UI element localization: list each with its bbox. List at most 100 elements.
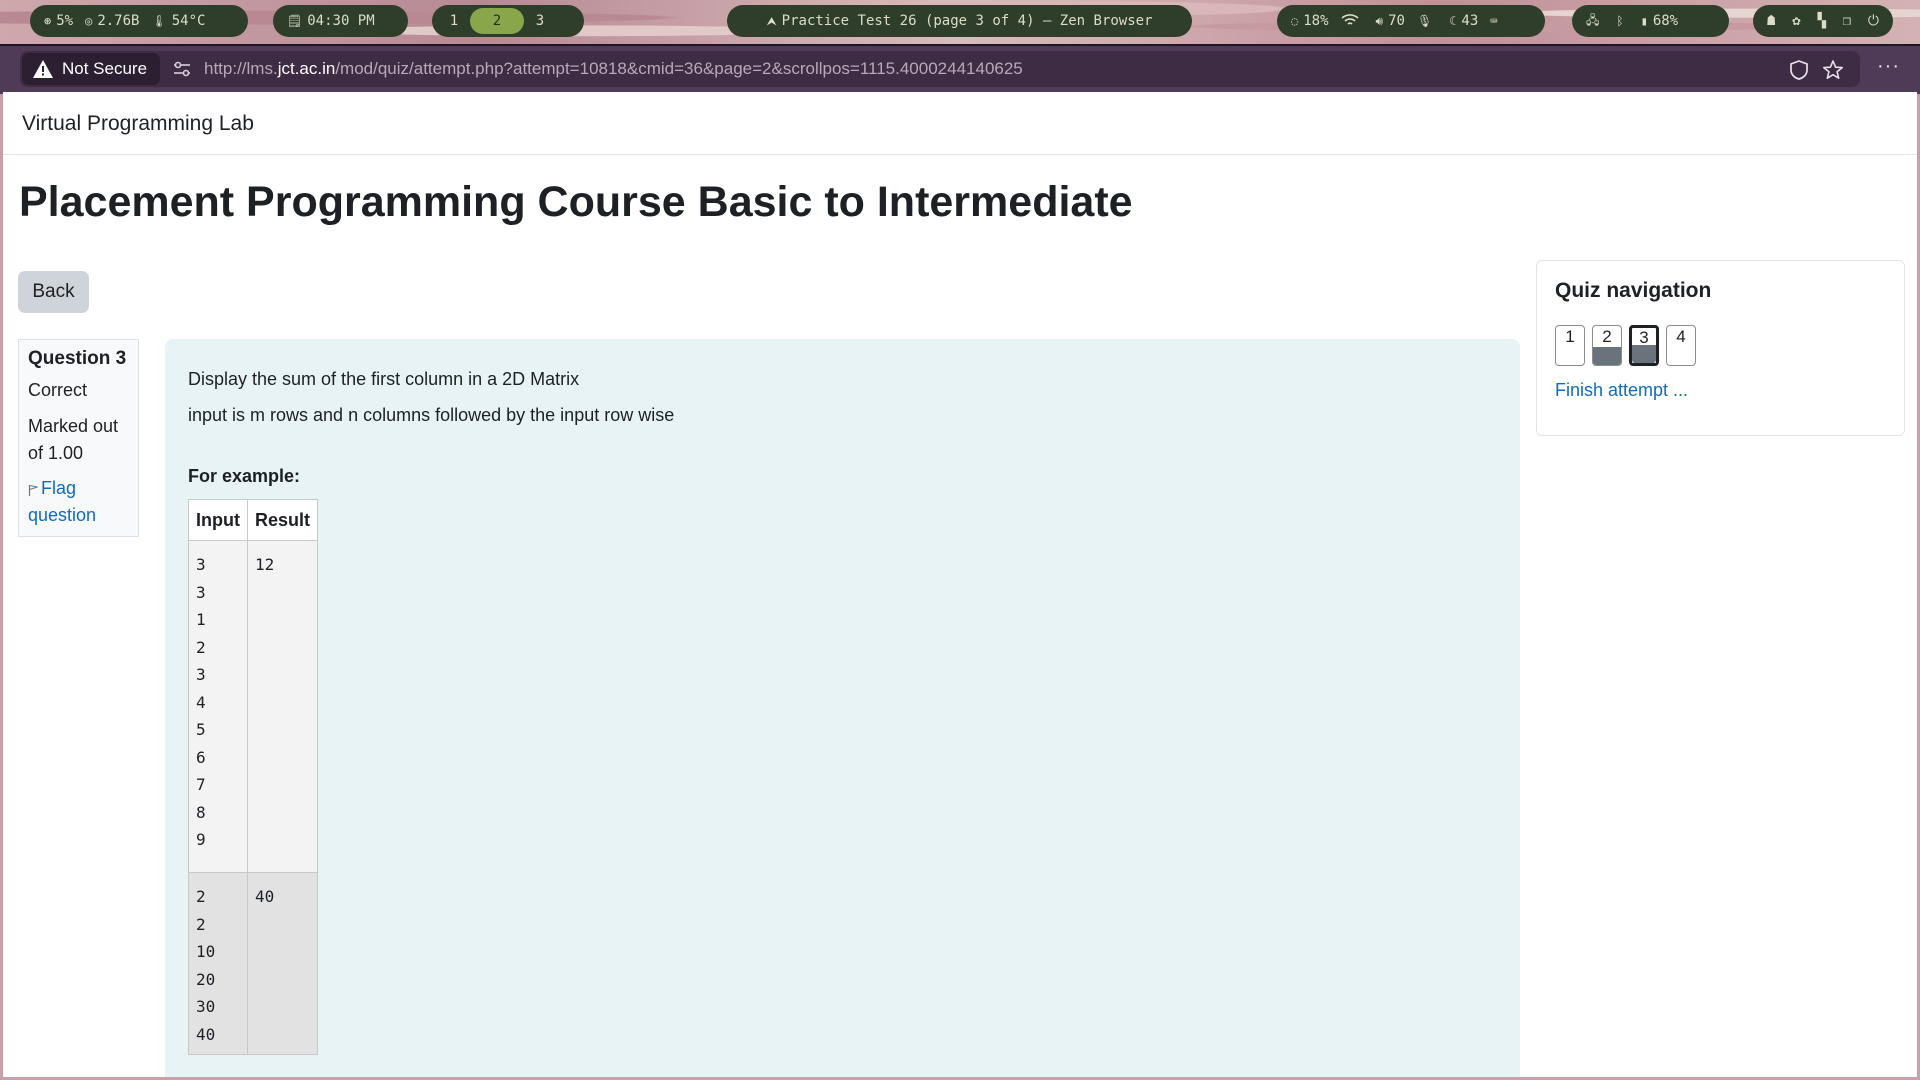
input-line: 9 [196, 830, 206, 849]
quiz-nav-button-1[interactable]: 1 [1555, 325, 1585, 366]
bookmark-star-icon[interactable] [1822, 59, 1844, 81]
tray-widget[interactable]: 🖧 ᛒ ▮ 68% [1572, 5, 1729, 37]
clipboard-icon[interactable]: ❐ [1843, 13, 1851, 29]
power-icon[interactable]: ⏻ [1868, 13, 1879, 29]
screenshot-icon[interactable]: ▚ [1817, 13, 1825, 29]
flag-label-line-1: Flag [41, 478, 77, 498]
input-line: 10 [196, 942, 216, 961]
quiz-nav-button-label: 1 [1565, 327, 1575, 346]
workspace-1[interactable]: 1 [438, 8, 470, 34]
example-result-cell: 12 [246, 540, 319, 873]
night-light-icon: ☾ [1449, 14, 1457, 28]
brightness-icon: ◌ [1291, 14, 1299, 28]
url-path: /mod/quiz/attempt.php?attempt=10818&cmid… [335, 59, 1023, 78]
quiz-nav-button-3[interactable]: 3 [1629, 325, 1659, 366]
url-domain: jct.ac.in [277, 59, 336, 78]
site-permissions-icon[interactable] [172, 60, 192, 78]
back-button[interactable]: Back [18, 271, 89, 313]
question-content: Display the sum of the first column in a… [165, 339, 1520, 1077]
window-title-widget: ⮝ Practice Test 26 (page 3 of 4) — Zen Br… [727, 5, 1192, 37]
question-state: Correct [28, 380, 88, 400]
clock-widget[interactable]: 🗒 04:30 PM [273, 5, 408, 37]
example-table: Input Result 3 3 1 2 3 4 5 6 7 8 9 12 2 … [188, 499, 319, 1055]
microphone-icon: 🎙︎ [1416, 14, 1433, 28]
input-line: 30 [196, 997, 216, 1016]
input-line: 6 [196, 747, 206, 767]
result-line: 12 [254, 555, 275, 574]
system-stats-widget[interactable]: ⊛ 5% ◎ 2.76B 🌡 54°C [30, 5, 248, 37]
input-column-header: Input [188, 499, 248, 541]
battery-value: 68% [1652, 13, 1679, 29]
for-example-heading: For example: [188, 466, 301, 486]
input-line: 2 [196, 887, 206, 906]
site-security-button[interactable]: Not Secure [22, 53, 160, 85]
flag-icon [28, 484, 38, 496]
workspace-2[interactable]: 2 [470, 8, 524, 34]
site-name-link[interactable]: Virtual Programming Lab [22, 112, 254, 136]
url-text[interactable]: http://lms.jct.ac.in/mod/quiz/attempt.ph… [204, 59, 1023, 79]
zen-browser-icon: ⮝ [766, 13, 777, 28]
question-grade: Marked out of 1.00 [28, 413, 129, 467]
memory-usage: 2.76B [97, 13, 140, 29]
flag-question-link[interactable]: Flag question [28, 475, 129, 529]
input-line: 8 [196, 802, 206, 822]
input-line: 5 [196, 720, 206, 739]
browser-toolbar: Not Secure http://lms.jct.ac.in/mod/quiz… [0, 44, 1920, 94]
course-title: Placement Programming Course Basic to In… [19, 178, 1133, 226]
menu-button[interactable]: ··· [1877, 56, 1900, 76]
example-input-cell: 3 3 1 2 3 4 5 6 7 8 9 [188, 540, 248, 873]
cpu-usage: 5% [56, 13, 74, 29]
cpu-temperature: 54°C [171, 13, 206, 29]
example-input-cell: 2 2 10 20 30 40 [188, 872, 248, 1055]
clock-time: 04:30 PM [307, 13, 375, 29]
input-line: 3 [196, 582, 206, 602]
finish-attempt-link[interactable]: Finish attempt ... [1555, 380, 1688, 401]
input-line: 20 [196, 969, 216, 989]
table-row: 3 3 1 2 3 4 5 6 7 8 9 12 [188, 540, 319, 873]
flag-label-line-2: question [28, 505, 97, 525]
volume-icon: 🔊︎ [1375, 13, 1384, 28]
quiz-navigation-block: Quiz navigation 1 2 3 4 Finish attempt .… [1536, 260, 1905, 436]
brightness-value: 18% [1303, 13, 1329, 29]
battery-icon: ▮ [1640, 14, 1648, 28]
table-header-row: Input Result [188, 499, 319, 541]
input-line: 1 [196, 610, 206, 629]
keyboard-icon: ⌨ [1490, 14, 1498, 28]
input-line: 2 [196, 914, 206, 934]
memory-icon: ◎ [85, 14, 93, 28]
session-widget: ☗ ✿ ▚ ❐ ⏻ [1753, 5, 1893, 37]
grade-line-1: Marked out [28, 416, 119, 436]
answered-indicator [1593, 347, 1621, 365]
table-row: 2 2 10 20 30 40 40 [188, 872, 319, 1055]
window-title: Practice Test 26 (page 3 of 4) — Zen Bro… [781, 13, 1153, 29]
palette-icon[interactable]: ✿ [1792, 13, 1800, 29]
warning-icon [33, 60, 53, 78]
input-line: 3 [196, 555, 206, 574]
answered-indicator [1632, 345, 1656, 363]
web-page: Virtual Programming Lab Placement Progra… [3, 92, 1917, 1077]
question-line-1: Display the sum of the first column in a… [188, 369, 580, 389]
clock-icon: 🗒 [287, 14, 303, 28]
tracking-protection-shield-icon[interactable] [1788, 59, 1810, 81]
cpu-icon: ⊛ [44, 14, 52, 28]
result-column-header: Result [246, 499, 319, 541]
url-bar[interactable]: Not Secure http://lms.jct.ac.in/mod/quiz… [20, 51, 1860, 87]
quiz-navigation-buttons: 1 2 3 4 [1555, 325, 1696, 366]
bluetooth-icon: ᛒ [1616, 14, 1624, 28]
quiz-nav-button-2[interactable]: 2 [1592, 325, 1622, 366]
input-line: 3 [196, 665, 206, 684]
input-line: 4 [196, 692, 206, 712]
question-text: Display the sum of the first column in a… [188, 361, 674, 433]
volume-value: 70 [1388, 13, 1405, 29]
ghost-icon[interactable]: ☗ [1767, 13, 1775, 29]
status-widget[interactable]: ◌ 18% 🔊︎ 70 🎙︎ ☾ 43 ⌨ [1277, 5, 1545, 37]
desktop-panel: ⊛ 5% ◎ 2.76B 🌡 54°C 🗒 04:30 PM 1 2 3 ⮝ Practi… [0, 0, 1920, 44]
example-result-cell: 40 [246, 872, 319, 1055]
result-line: 40 [254, 887, 275, 906]
site-header [3, 92, 1917, 155]
question-line-2: input is m rows and n columns followed b… [188, 405, 675, 425]
quiz-nav-button-4[interactable]: 4 [1666, 325, 1696, 366]
input-line: 7 [196, 775, 206, 794]
workspace-switcher: 1 2 3 [432, 5, 584, 37]
workspace-3[interactable]: 3 [524, 8, 556, 34]
